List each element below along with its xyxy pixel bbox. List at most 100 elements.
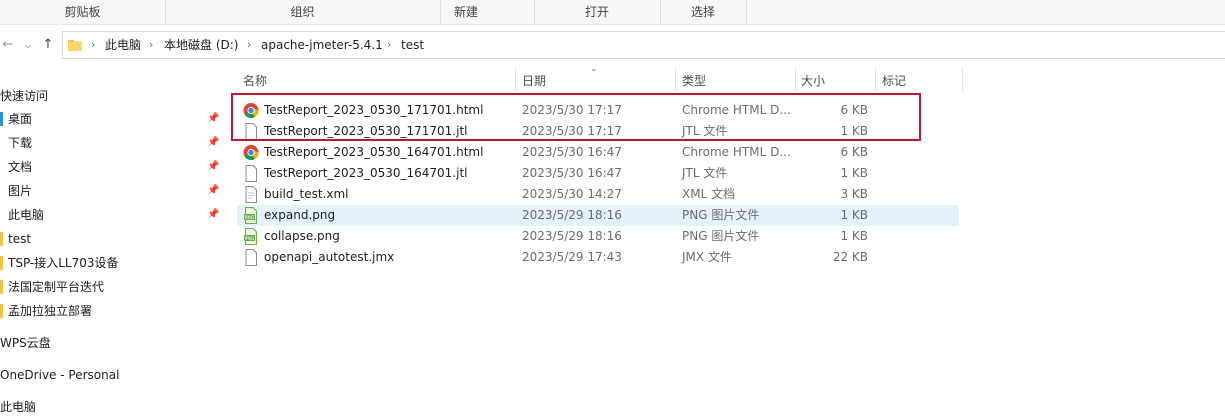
breadcrumb-separator: ›	[149, 38, 154, 51]
file-name: TestReport_2023_0530_164701.jtl	[264, 166, 468, 180]
file-type: PNG 图片文件	[682, 208, 760, 222]
sidebar-item-label: 桌面	[8, 112, 33, 126]
file-row[interactable]: build_test.xml 2023/5/30 14:27 XML 文档 3 …	[237, 184, 959, 205]
column-header-name[interactable]: 名称	[243, 71, 267, 91]
sidebar-this-pc[interactable]: 此电脑	[0, 396, 36, 418]
ribbon-group-open[interactable]: 打开	[534, 0, 661, 24]
pin-icon[interactable]: 📌	[207, 112, 219, 126]
sidebar-item-tsp[interactable]: TSP-接入LL703设备	[0, 252, 119, 274]
file-date: 2023/5/29 18:16	[522, 229, 622, 243]
file-size: 22 KB	[832, 250, 868, 264]
file-date: 2023/5/30 16:47	[522, 145, 622, 159]
sidebar-item-france[interactable]: 法国定制平台迭代	[0, 276, 104, 298]
sidebar-quick-access[interactable]: 快速访问	[0, 85, 48, 107]
folder-icon	[68, 40, 82, 51]
sidebar-item-label: 法国定制平台迭代	[8, 280, 105, 294]
file-icon	[245, 249, 257, 266]
column-divider[interactable]	[675, 68, 676, 94]
svg-text:PNG: PNG	[245, 215, 255, 221]
file-size: 3 KB	[840, 187, 868, 201]
file-icon	[245, 165, 257, 182]
file-date: 2023/5/29 18:16	[522, 208, 622, 222]
sidebar-onedrive[interactable]: OneDrive - Personal	[0, 364, 119, 386]
file-row[interactable]: TestReport_2023_0530_164701.html 2023/5/…	[237, 142, 959, 163]
file-name: openapi_autotest.jmx	[264, 250, 395, 264]
ribbon-group-clipboard[interactable]: 剪贴板	[0, 0, 166, 24]
folder-icon	[0, 256, 3, 270]
file-row[interactable]: openapi_autotest.jmx 2023/5/29 17:43 JMX…	[237, 247, 959, 268]
sidebar-item-documents[interactable]: 文档	[0, 156, 32, 178]
sidebar-item-label: 文档	[8, 160, 33, 174]
file-size: 6 KB	[840, 145, 868, 159]
file-type: Chrome HTML D...	[682, 145, 791, 159]
column-divider[interactable]	[875, 68, 876, 94]
file-date: 2023/5/29 17:43	[522, 250, 622, 264]
breadcrumb-separator: ›	[91, 38, 96, 51]
sidebar-item-test[interactable]: test	[0, 228, 31, 250]
png-icon: PNG	[244, 207, 257, 224]
file-name: TestReport_2023_0530_164701.html	[264, 145, 484, 159]
sidebar-item-label: TSP-接入LL703设备	[8, 256, 119, 270]
file-type: JMX 文件	[682, 250, 732, 264]
breadcrumb-drive-d[interactable]: 本地磁盘 (D:)	[164, 32, 238, 58]
svg-text:PNG: PNG	[245, 236, 255, 242]
column-header-date[interactable]: 日期	[522, 71, 546, 91]
arrow-up-icon[interactable]: ↑	[40, 36, 56, 54]
file-type: JTL 文件	[682, 166, 728, 180]
pin-icon[interactable]: 📌	[207, 160, 219, 174]
folder-icon	[0, 280, 3, 294]
sidebar-item-downloads[interactable]: 下载	[0, 132, 32, 154]
folder-icon	[0, 304, 3, 318]
column-header-tags[interactable]: 标记	[882, 71, 906, 91]
file-type: PNG 图片文件	[682, 229, 760, 243]
sidebar-wps-cloud[interactable]: WPS云盘	[0, 332, 51, 354]
breadcrumb-jmeter[interactable]: apache-jmeter-5.4.1	[261, 32, 383, 58]
file-size: 1 KB	[840, 166, 868, 180]
sidebar-item-bangladesh[interactable]: 孟加拉独立部署	[0, 300, 92, 322]
file-row[interactable]: TestReport_2023_0530_164701.jtl 2023/5/3…	[237, 163, 959, 184]
sidebar-item-desktop[interactable]: 桌面	[0, 108, 32, 130]
pin-icon[interactable]: 📌	[207, 136, 219, 150]
column-divider[interactable]	[962, 68, 963, 94]
file-icon	[245, 186, 257, 203]
file-date: 2023/5/30 16:47	[522, 166, 622, 180]
sidebar-item-label: test	[8, 232, 32, 246]
breadcrumb-test[interactable]: test	[401, 32, 424, 58]
breadcrumb-separator: ›	[387, 38, 392, 51]
file-size: 1 KB	[840, 229, 868, 243]
sidebar-item-label: 图片	[8, 184, 33, 198]
pin-icon[interactable]: 📌	[207, 208, 219, 222]
file-size: 1 KB	[840, 208, 868, 222]
file-name: expand.png	[264, 208, 336, 222]
folder-icon	[0, 232, 3, 246]
ribbon-group-select[interactable]: 选择	[660, 0, 747, 24]
ribbon: 剪贴板 组织 新建 打开 选择	[0, 0, 1225, 25]
column-divider[interactable]	[515, 68, 516, 94]
ribbon-group-new[interactable]: 新建	[398, 0, 535, 24]
file-row[interactable]: PNG collapse.png 2023/5/29 18:16 PNG 图片文…	[237, 226, 959, 247]
breadcrumb-this-pc[interactable]: 此电脑	[105, 32, 141, 58]
sidebar-item-label: 此电脑	[8, 208, 45, 222]
chevron-down-icon[interactable]: ⌄	[20, 36, 36, 54]
arrow-left-icon[interactable]: ←	[0, 36, 16, 54]
sidebar-item-pictures[interactable]: 图片	[0, 180, 32, 202]
breadcrumb-separator: ›	[247, 38, 252, 51]
file-row[interactable]: PNG expand.png 2023/5/29 18:16 PNG 图片文件 …	[237, 205, 959, 226]
file-date: 2023/5/30 14:27	[522, 187, 622, 201]
column-divider[interactable]	[795, 68, 796, 94]
chrome-icon	[243, 145, 259, 161]
sidebar-item-label: 下载	[8, 136, 33, 150]
column-header-size[interactable]: 大小	[801, 71, 825, 91]
file-type: XML 文档	[682, 187, 736, 201]
sidebar-item-this-pc[interactable]: 此电脑	[0, 204, 44, 226]
sidebar-item-label: 孟加拉独立部署	[8, 304, 93, 318]
address-bar[interactable]: › 此电脑 › 本地磁盘 (D:) › apache-jmeter-5.4.1 …	[62, 31, 1225, 59]
png-icon: PNG	[244, 228, 257, 245]
file-name: build_test.xml	[264, 187, 349, 201]
desktop-icon	[0, 112, 3, 126]
annotation-highlight-box	[231, 93, 921, 141]
column-header-type[interactable]: 类型	[682, 71, 706, 91]
pin-icon[interactable]: 📌	[207, 184, 219, 198]
sort-caret-icon: ⌄	[590, 64, 598, 74]
file-name: collapse.png	[264, 229, 340, 243]
